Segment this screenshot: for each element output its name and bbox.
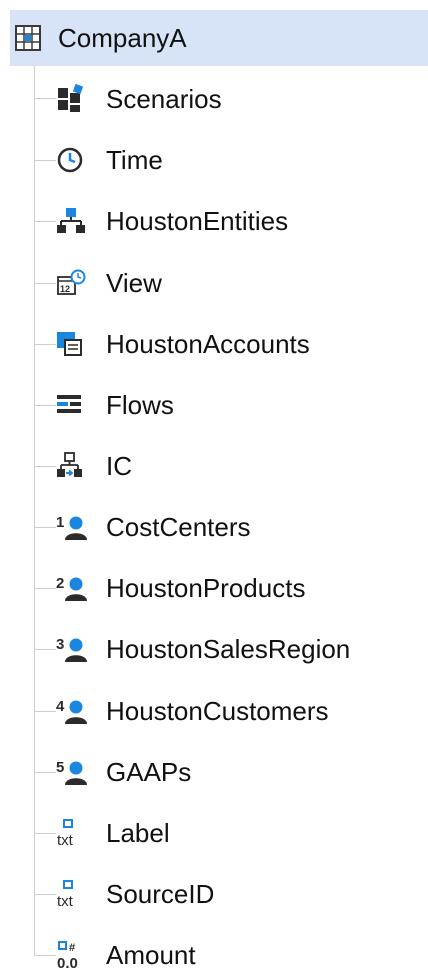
custom-dimension-icon: 4 bbox=[56, 696, 98, 726]
tree-branch-line bbox=[34, 466, 56, 467]
badge-number: 1 bbox=[56, 514, 64, 531]
tree-branch-line bbox=[34, 221, 56, 222]
tree-item-label: Label bbox=[106, 818, 170, 848]
scenarios-icon bbox=[56, 84, 98, 114]
text-attribute-icon: txt bbox=[56, 879, 98, 909]
tree-branch-line bbox=[34, 283, 56, 284]
tree-branch-line bbox=[34, 588, 56, 589]
tree-item-label: View bbox=[106, 268, 162, 298]
tree-item-label: GAAPs bbox=[106, 757, 192, 787]
badge-number: 4 bbox=[56, 698, 65, 715]
tree-item-scenarios[interactable]: Scenarios bbox=[56, 79, 426, 119]
tree-item-label: CostCenters bbox=[106, 512, 251, 542]
tree-item-flows[interactable]: Flows bbox=[56, 385, 426, 425]
custom-dimension-icon: 3 bbox=[56, 634, 98, 664]
tree-branch-line bbox=[34, 344, 56, 345]
tree-item-label: HoustonProducts bbox=[106, 573, 306, 603]
tree-item-amount[interactable]: # 0.0 Amount bbox=[56, 935, 426, 970]
icon-glyph-text: txt bbox=[57, 893, 74, 909]
tree-item-houstoncustomers[interactable]: 4 HoustonCustomers bbox=[56, 691, 426, 731]
clock-icon bbox=[56, 145, 98, 175]
tree-branch-line bbox=[34, 955, 56, 956]
tree-item-label: HoustonSalesRegion bbox=[106, 634, 351, 664]
tree-item-label: Amount bbox=[106, 940, 196, 970]
tree-item-view[interactable]: 12 View bbox=[56, 263, 426, 303]
text-attribute-icon: txt bbox=[56, 818, 98, 848]
tree-item-label: HoustonEntities bbox=[106, 206, 289, 236]
badge-number: 3 bbox=[56, 636, 64, 653]
calendar-view-icon: 12 bbox=[56, 268, 98, 298]
tree-item-label-attribute[interactable]: txt Label bbox=[56, 813, 426, 853]
tree-branch-line bbox=[34, 649, 56, 650]
custom-dimension-icon: 1 bbox=[56, 512, 98, 542]
tree-branch-line bbox=[34, 711, 56, 712]
tree-item-time[interactable]: Time bbox=[56, 140, 426, 180]
tree-branch-line bbox=[34, 527, 56, 528]
dimension-tree: CompanyA Scenarios Time HoustonEntities … bbox=[0, 0, 428, 970]
tree-branch-line bbox=[34, 772, 56, 773]
custom-dimension-icon: 5 bbox=[56, 757, 98, 787]
icon-glyph-text: 0.0 bbox=[57, 955, 78, 970]
tree-item-ic[interactable]: IC bbox=[56, 446, 426, 486]
tree-item-label: IC bbox=[106, 451, 132, 481]
tree-item-label: Time bbox=[106, 145, 163, 175]
cube-grid-icon bbox=[14, 24, 42, 52]
custom-dimension-icon: 2 bbox=[56, 573, 98, 603]
tree-root-companya[interactable]: CompanyA bbox=[10, 10, 428, 66]
numeric-attribute-icon: # 0.0 bbox=[56, 940, 98, 970]
tree-branch-line bbox=[34, 894, 56, 895]
tree-branch-line bbox=[34, 405, 56, 406]
tree-item-houstonaccounts[interactable]: HoustonAccounts bbox=[56, 324, 426, 364]
tree-item-houstonproducts[interactable]: 2 HoustonProducts bbox=[56, 568, 426, 608]
tree-root-label: CompanyA bbox=[58, 23, 187, 53]
tree-item-label: Flows bbox=[106, 390, 174, 420]
tree-branch-line bbox=[34, 160, 56, 161]
tree-item-label: Scenarios bbox=[106, 84, 222, 114]
svg-text:#: # bbox=[69, 942, 75, 954]
tree-item-houstonsalesregion[interactable]: 3 HoustonSalesRegion bbox=[56, 629, 426, 669]
tree-item-label: SourceID bbox=[106, 879, 215, 909]
tree-connector-line bbox=[34, 66, 35, 956]
entity-hierarchy-icon bbox=[56, 206, 98, 236]
accounts-icon bbox=[56, 329, 98, 359]
badge-number: 2 bbox=[56, 575, 64, 592]
tree-item-gaaps[interactable]: 5 GAAPs bbox=[56, 752, 426, 792]
svg-text:12: 12 bbox=[60, 284, 70, 294]
badge-number: 5 bbox=[56, 759, 64, 776]
intercompany-icon bbox=[56, 451, 98, 481]
tree-item-houstonentities[interactable]: HoustonEntities bbox=[56, 201, 426, 241]
tree-branch-line bbox=[34, 98, 56, 99]
tree-item-label: HoustonCustomers bbox=[106, 696, 329, 726]
icon-glyph-text: txt bbox=[57, 832, 74, 848]
tree-item-label: HoustonAccounts bbox=[106, 329, 310, 359]
tree-item-sourceid[interactable]: txt SourceID bbox=[56, 874, 426, 914]
flows-icon bbox=[56, 390, 98, 420]
tree-branch-line bbox=[34, 833, 56, 834]
tree-item-costcenters[interactable]: 1 CostCenters bbox=[56, 507, 426, 547]
